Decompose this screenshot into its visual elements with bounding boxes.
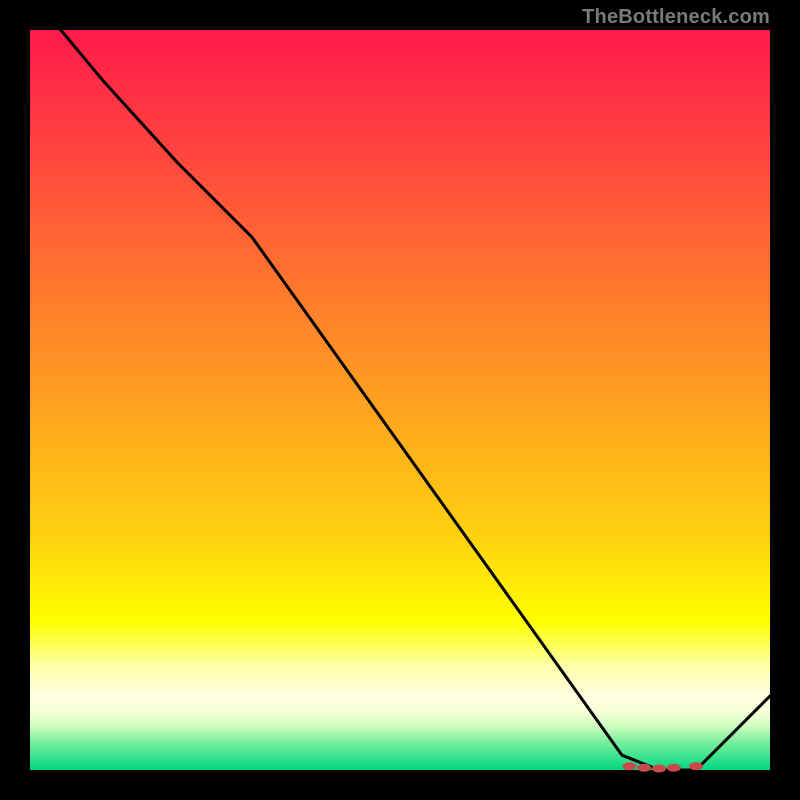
optimal-marker-dot — [622, 762, 636, 770]
chart-overlay — [30, 30, 770, 770]
optimal-marker-dot — [689, 762, 703, 770]
chart-container: TheBottleneck.com — [0, 0, 800, 800]
optimal-marker-dot — [637, 764, 651, 772]
watermark-text: TheBottleneck.com — [582, 6, 770, 29]
bottleneck-curve-line — [30, 0, 770, 770]
optimal-marker-dot — [667, 764, 681, 772]
optimal-marker-dot — [652, 765, 666, 773]
